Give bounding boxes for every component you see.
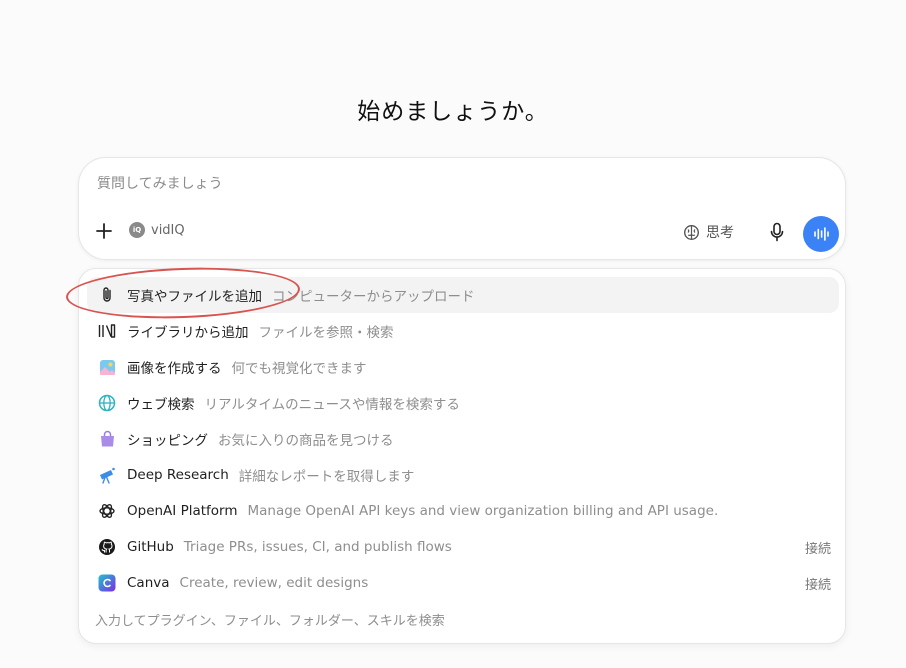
menu-item-label: ショッピング xyxy=(127,433,208,449)
prompt-input[interactable] xyxy=(97,176,697,192)
menu-item-desc: Manage OpenAI API keys and view organiza… xyxy=(247,503,719,519)
vidiq-plugin-chip[interactable]: iQ vidIQ xyxy=(129,222,185,238)
plus-icon xyxy=(96,223,112,239)
menu-item-label: 画像を作成する xyxy=(127,361,222,377)
menu-search-hint: 入力してプラグイン、ファイル、フォルダー、スキルを検索 xyxy=(95,614,445,629)
menu-item-desc: Triage PRs, issues, CI, and publish flow… xyxy=(183,539,452,555)
waveform-icon xyxy=(814,227,829,241)
menu-item-openai-platform[interactable]: OpenAI Platform Manage OpenAI API keys a… xyxy=(87,493,839,529)
menu-item-desc: 詳細なレポートを取得します xyxy=(238,469,415,485)
mic-button[interactable] xyxy=(766,221,788,243)
menu-item-label: ウェブ検索 xyxy=(127,397,195,413)
brain-icon xyxy=(683,224,700,240)
menu-item-desc: ファイルを参照・検索 xyxy=(258,325,394,341)
menu-item-label: Canva xyxy=(127,575,170,591)
paperclip-icon xyxy=(97,285,117,305)
telescope-icon xyxy=(97,465,117,485)
voice-mode-button[interactable] xyxy=(803,216,839,252)
menu-item-desc: 何でも視覚化できます xyxy=(231,361,367,377)
globe-icon xyxy=(97,393,117,413)
page-title: 始めましょうか。 xyxy=(357,99,549,125)
menu-item-shopping[interactable]: ショッピング お気に入りの商品を見つける xyxy=(87,421,839,457)
composer: iQ vidIQ 思考 xyxy=(78,157,846,260)
github-icon xyxy=(97,537,117,557)
menu-item-add-from-library[interactable]: ライブラリから追加 ファイルを参照・検索 xyxy=(87,313,839,349)
vidiq-label: vidIQ xyxy=(151,222,185,238)
menu-item-label: GitHub xyxy=(127,539,174,555)
openai-icon xyxy=(97,501,117,521)
vidiq-icon: iQ xyxy=(129,222,145,238)
menu-item-label: ライブラリから追加 xyxy=(127,325,249,341)
think-label: 思考 xyxy=(706,225,734,241)
shopping-bag-icon xyxy=(97,429,117,449)
add-button[interactable] xyxy=(93,220,115,242)
menu-item-label: Deep Research xyxy=(127,467,229,483)
menu-item-label: 写真やファイルを追加 xyxy=(127,289,262,305)
menu-item-add-photos-files[interactable]: 写真やファイルを追加 コンピューターからアップロード xyxy=(87,277,839,313)
menu-item-desc: Create, review, edit designs xyxy=(179,575,369,591)
menu-item-desc: お気に入りの商品を見つける xyxy=(218,433,394,449)
attachment-menu: 写真やファイルを追加 コンピューターからアップロード ライブラリから追加 ファイ… xyxy=(78,268,846,644)
think-button[interactable]: 思考 xyxy=(683,222,734,242)
microphone-icon xyxy=(770,222,784,242)
connect-button[interactable]: 接続 xyxy=(805,538,831,557)
connect-button[interactable]: 接続 xyxy=(805,574,831,593)
menu-item-create-image[interactable]: 画像を作成する 何でも視覚化できます xyxy=(87,349,839,385)
menu-item-github[interactable]: GitHub Triage PRs, issues, CI, and publi… xyxy=(87,529,839,565)
menu-item-desc: コンピューターからアップロード xyxy=(272,289,475,305)
image-icon xyxy=(97,357,117,377)
menu-item-deep-research[interactable]: Deep Research 詳細なレポートを取得します xyxy=(87,457,839,493)
library-icon xyxy=(97,321,117,341)
menu-item-web-search[interactable]: ウェブ検索 リアルタイムのニュースや情報を検索する xyxy=(87,385,839,421)
menu-item-desc: リアルタイムのニュースや情報を検索する xyxy=(204,397,460,413)
canva-icon xyxy=(97,573,117,593)
menu-item-label: OpenAI Platform xyxy=(127,503,238,519)
menu-item-canva[interactable]: Canva Create, review, edit designs 接続 xyxy=(87,565,839,601)
